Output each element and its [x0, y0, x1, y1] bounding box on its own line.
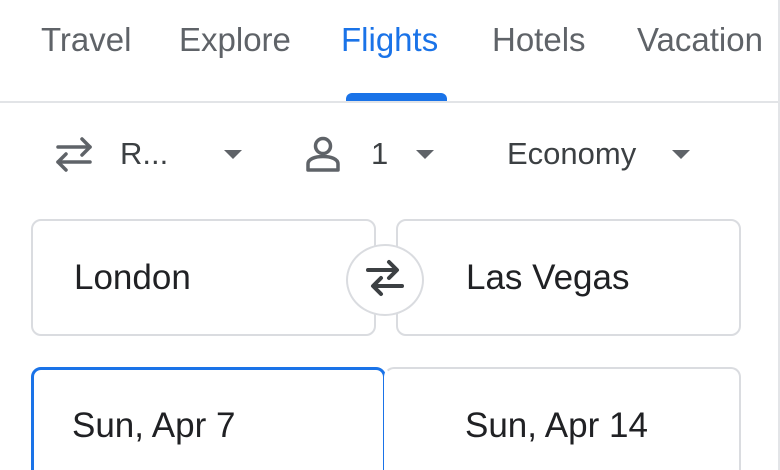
chevron-down-icon [416, 149, 435, 159]
tab-flights[interactable]: Flights [341, 20, 438, 60]
chevron-down-icon [224, 149, 243, 159]
top-nav: Travel Explore Flights Hotels Vacation [0, 0, 780, 103]
active-tab-indicator [346, 93, 447, 101]
passengers-dropdown[interactable]: 1 [305, 126, 435, 182]
origin-field[interactable]: London [31, 219, 376, 336]
trip-type-label: R... [120, 136, 169, 171]
swap-locations-button[interactable] [346, 244, 424, 316]
tab-vacation[interactable]: Vacation [637, 20, 763, 60]
destination-value: Las Vegas [466, 257, 630, 297]
return-date-field[interactable]: Sun, Apr 14 [384, 367, 741, 470]
swap-horiz-icon [52, 135, 96, 173]
tab-travel[interactable]: Travel [41, 20, 131, 60]
return-date-value: Sun, Apr 14 [465, 406, 648, 445]
chevron-down-icon [672, 149, 691, 159]
flights-page: Travel Explore Flights Hotels Vacation R… [0, 0, 780, 470]
depart-date-field[interactable]: Sun, Apr 7 [31, 367, 386, 470]
swap-arrows-icon [360, 258, 410, 303]
trip-type-dropdown[interactable]: R... [52, 126, 243, 182]
tab-explore[interactable]: Explore [179, 20, 291, 60]
person-icon [305, 135, 341, 173]
passenger-count: 1 [371, 136, 389, 171]
origin-value: London [74, 257, 191, 297]
cabin-class-label: Economy [507, 136, 637, 171]
depart-date-value: Sun, Apr 7 [72, 406, 236, 445]
tab-hotels[interactable]: Hotels [492, 20, 586, 60]
cabin-class-dropdown[interactable]: Economy [507, 126, 691, 182]
destination-field[interactable]: Las Vegas [396, 219, 741, 336]
